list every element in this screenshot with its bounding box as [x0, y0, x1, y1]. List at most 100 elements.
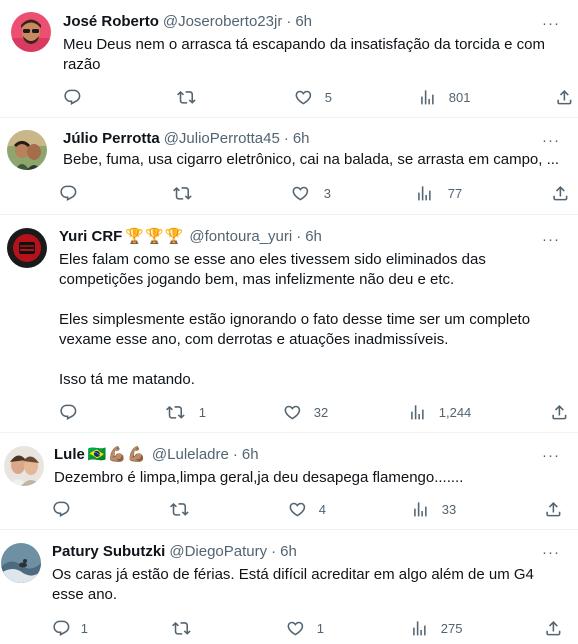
like-count: 5 [324, 89, 332, 105]
tweet-header: Júlio Perrotta @JulioPerrotta45 · 6h [63, 129, 310, 149]
tweet-actions: 4 33 [0, 499, 578, 519]
retweet-icon [172, 619, 191, 638]
avatar[interactable] [11, 12, 51, 52]
like-button[interactable]: 3 [291, 183, 331, 203]
retweet-button[interactable] [177, 87, 210, 107]
more-options-button[interactable]: ··· [540, 13, 562, 33]
tweet-text-line: Meu Deus nem o arrasca tá escapando da i… [63, 36, 545, 53]
tweet-text-line: competições jogando bem, mas infelizment… [59, 271, 455, 288]
display-name[interactable]: Júlio Perrotta [63, 129, 160, 149]
tweet-text-line: esse ano. [52, 586, 118, 603]
tweet-actions: 5 801 [0, 87, 578, 107]
views-button[interactable]: 77 [415, 183, 462, 203]
share-button[interactable] [544, 499, 563, 519]
timestamp[interactable]: 6h [295, 12, 312, 32]
name-badges: 🏆 🏆 🏆 [125, 227, 183, 247]
avatar[interactable] [4, 446, 44, 486]
tweet-julio-perrotta[interactable]: Júlio Perrotta @JulioPerrotta45 · 6h ···… [0, 118, 578, 215]
display-name[interactable]: Patury Subutzki [52, 542, 165, 562]
share-button[interactable] [550, 402, 569, 422]
tweet-patury-subutzki[interactable]: Patury Subutzki @DiegoPatury · 6h ··· Os… [0, 530, 578, 644]
tweet-yuri-crf[interactable]: Yuri CRF 🏆 🏆 🏆 @fontoura_yuri · 6h ··· E… [0, 215, 578, 433]
separator-dot: · [271, 543, 277, 560]
tweet-jose-roberto[interactable]: José Roberto @Joseroberto23jr · 6h ··· M… [0, 0, 578, 118]
view-count: 275 [440, 620, 463, 636]
like-count: 3 [323, 185, 331, 201]
separator-dot: · [232, 446, 238, 463]
views-icon [410, 619, 429, 638]
share-button[interactable] [555, 87, 574, 107]
views-icon [411, 500, 430, 519]
reply-button[interactable]: 1 [52, 618, 88, 638]
tweet-text-line: Eles falam como se esse ano eles tivesse… [59, 251, 486, 268]
view-count: 77 [447, 185, 463, 201]
like-icon [288, 500, 307, 519]
more-icon: ··· [542, 14, 560, 32]
views-button[interactable]: 275 [410, 618, 462, 638]
tweet-text-line: razão [63, 56, 101, 73]
reply-icon [59, 184, 78, 203]
timestamp[interactable]: 6h [242, 445, 259, 465]
tweet-text-line: Os caras já estão de férias. Está difíci… [52, 566, 534, 583]
display-name[interactable]: Yuri CRF [59, 227, 122, 247]
more-options-button[interactable]: ··· [540, 445, 562, 465]
more-icon: ··· [542, 446, 560, 464]
brazil-flag-emoji: 🇧🇷 [87, 446, 107, 463]
views-button[interactable]: 801 [418, 87, 470, 107]
timestamp[interactable]: 6h [293, 129, 310, 149]
like-count: 4 [318, 501, 326, 517]
more-options-button[interactable]: ··· [540, 229, 562, 249]
tweet-text-line: Dezembro é limpa,limpa geral,ja deu desa… [54, 469, 464, 486]
tweet-text-line: Bebe, fuma, usa cigarro eletrônico, cai … [63, 151, 560, 168]
reply-button[interactable] [59, 402, 92, 422]
tweet-actions: 1 32 1,244 [0, 402, 578, 422]
retweet-button[interactable]: 1 [166, 402, 206, 422]
user-handle[interactable]: @JulioPerrotta45 [164, 129, 280, 149]
avatar[interactable] [7, 130, 47, 170]
reply-button[interactable] [59, 183, 92, 203]
views-icon [418, 88, 437, 107]
more-options-button[interactable]: ··· [540, 130, 562, 150]
like-icon [291, 184, 310, 203]
retweet-button[interactable] [172, 618, 205, 638]
timestamp[interactable]: 6h [305, 227, 322, 247]
display-name[interactable]: José Roberto [63, 12, 159, 32]
user-handle[interactable]: @Luleladre [152, 445, 229, 465]
avatar[interactable] [7, 228, 47, 268]
tweet-text: Meu Deus nem o arrasca tá escapando da i… [63, 35, 568, 75]
retweet-button[interactable] [170, 499, 203, 519]
share-button[interactable] [544, 618, 563, 638]
display-name[interactable]: Lule [54, 445, 85, 465]
more-options-button[interactable]: ··· [540, 542, 562, 562]
reply-icon [59, 403, 78, 422]
timestamp[interactable]: 6h [280, 542, 297, 562]
name-badges: 🇧🇷 💪🏽 💪🏽 [88, 445, 146, 465]
share-button[interactable] [551, 183, 570, 203]
like-button[interactable]: 5 [294, 87, 332, 107]
more-icon: ··· [542, 131, 560, 149]
retweet-icon [173, 184, 192, 203]
reply-count: 1 [80, 620, 88, 636]
retweet-icon [177, 88, 196, 107]
reply-button[interactable] [52, 499, 85, 519]
retweet-button[interactable] [173, 183, 206, 203]
like-button[interactable]: 32 [283, 402, 328, 422]
like-button[interactable]: 4 [288, 499, 326, 519]
tweet-actions: 1 1 275 [0, 618, 578, 638]
user-handle[interactable]: @fontoura_yuri [189, 227, 292, 247]
views-button[interactable]: 33 [411, 499, 456, 519]
user-handle[interactable]: @DiegoPatury [169, 542, 267, 562]
like-count: 1 [316, 620, 324, 636]
tweet-text-line: Isso tá me matando. [59, 371, 195, 388]
reply-icon [63, 88, 82, 107]
tweet-text-line: vexame esse ano, com derrotas e atuações… [59, 331, 449, 348]
like-button[interactable]: 1 [286, 618, 324, 638]
avatar[interactable] [1, 543, 41, 583]
like-icon [286, 619, 305, 638]
reply-button[interactable] [63, 87, 96, 107]
flexed-biceps-emoji: 💪🏽 [127, 446, 146, 463]
views-button[interactable]: 1,244 [408, 402, 471, 422]
user-handle[interactable]: @Joseroberto23jr [163, 12, 282, 32]
tweet-actions: 3 77 [0, 183, 578, 203]
tweet-lule[interactable]: Lule 🇧🇷 💪🏽 💪🏽 @Luleladre · 6h ··· Dezemb… [0, 433, 578, 530]
